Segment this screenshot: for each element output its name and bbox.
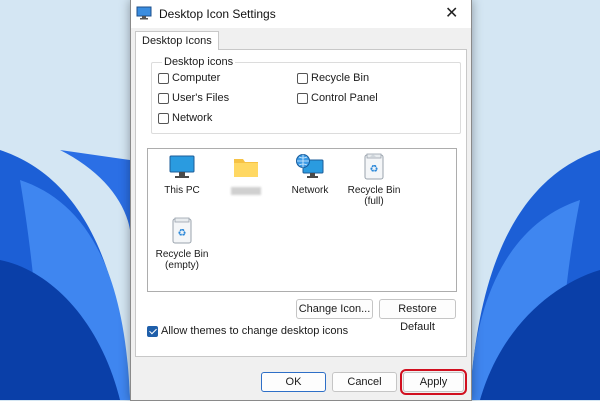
close-icon: ✕ bbox=[445, 5, 459, 22]
monitor-icon bbox=[136, 6, 152, 20]
checkbox-label: Computer bbox=[172, 72, 221, 84]
icon-tile-this-pc[interactable]: This PC bbox=[150, 153, 214, 196]
apply-button[interactable]: Apply bbox=[400, 369, 467, 395]
checkbox-label: Network bbox=[172, 112, 213, 124]
ok-button[interactable]: OK bbox=[261, 372, 326, 392]
checkbox-box[interactable] bbox=[158, 72, 169, 84]
checkbox-label: User's Files bbox=[172, 92, 230, 104]
network-globe-icon bbox=[296, 154, 324, 178]
checkbox-label: Control Panel bbox=[311, 92, 378, 104]
groupbox-legend: Desktop icons bbox=[162, 56, 236, 68]
checkbox-control-panel[interactable]: Control Panel bbox=[297, 92, 378, 104]
close-button[interactable]: ✕ bbox=[431, 0, 471, 28]
checkbox-box[interactable] bbox=[297, 72, 308, 84]
checkbox-label: Allow themes to change desktop icons bbox=[161, 325, 349, 337]
title-bar: Desktop Icon Settings ✕ bbox=[131, 0, 471, 28]
cancel-button[interactable]: Cancel bbox=[332, 372, 397, 392]
tab-panel: Desktop icons Computer User's Files Netw… bbox=[135, 49, 467, 357]
icon-tile-folder[interactable] bbox=[214, 153, 278, 195]
icon-tile-network[interactable]: Network bbox=[278, 153, 342, 196]
checkbox-box[interactable] bbox=[147, 325, 158, 337]
monitor-icon bbox=[169, 155, 195, 178]
obscured-label bbox=[231, 187, 261, 195]
folder-icon bbox=[234, 159, 258, 177]
checkbox-box[interactable] bbox=[297, 92, 308, 104]
svg-text:♻: ♻ bbox=[178, 228, 187, 239]
icon-tile-label: This PC bbox=[164, 185, 200, 196]
icon-tile-label: Recycle Bin (empty) bbox=[155, 249, 209, 271]
checkbox-box[interactable] bbox=[158, 92, 169, 104]
desktop-icon-settings-dialog: Desktop Icon Settings ✕ Desktop Icons De… bbox=[130, 0, 472, 401]
checkbox-box[interactable] bbox=[158, 112, 169, 124]
icon-tile-recycle-bin-empty[interactable]: ♻ Recycle Bin (empty) bbox=[150, 217, 214, 271]
checkbox-network[interactable]: Network bbox=[158, 112, 212, 124]
icon-tile-label: Network bbox=[291, 185, 329, 196]
recycle-bin-empty-icon: ♻ bbox=[172, 217, 192, 244]
restore-default-button[interactable]: Restore Default bbox=[379, 299, 456, 333]
tab-desktop-icons[interactable]: Desktop Icons bbox=[135, 31, 219, 50]
checkbox-label: Recycle Bin bbox=[311, 72, 370, 84]
window-title: Desktop Icon Settings bbox=[159, 7, 276, 21]
checkbox-computer[interactable]: Computer bbox=[158, 72, 220, 84]
checkbox-allow-themes[interactable]: Allow themes to change desktop icons bbox=[147, 325, 348, 337]
change-icon-button[interactable]: Change Icon... bbox=[296, 299, 373, 319]
checkbox-recycle-bin[interactable]: Recycle Bin bbox=[297, 72, 369, 84]
svg-text:♻: ♻ bbox=[370, 164, 379, 175]
icon-tile-recycle-bin-full[interactable]: ♻ Recycle Bin (full) bbox=[342, 153, 406, 207]
desktop-icon-list: This PC Network ♻ Recycle Bin (full) ♻ R… bbox=[147, 148, 457, 292]
recycle-bin-full-icon: ♻ bbox=[364, 153, 384, 180]
checkbox-users-files[interactable]: User's Files bbox=[158, 92, 229, 104]
desktop-icons-groupbox: Desktop icons Computer User's Files Netw… bbox=[151, 56, 461, 134]
icon-tile-label: Recycle Bin (full) bbox=[347, 185, 401, 207]
